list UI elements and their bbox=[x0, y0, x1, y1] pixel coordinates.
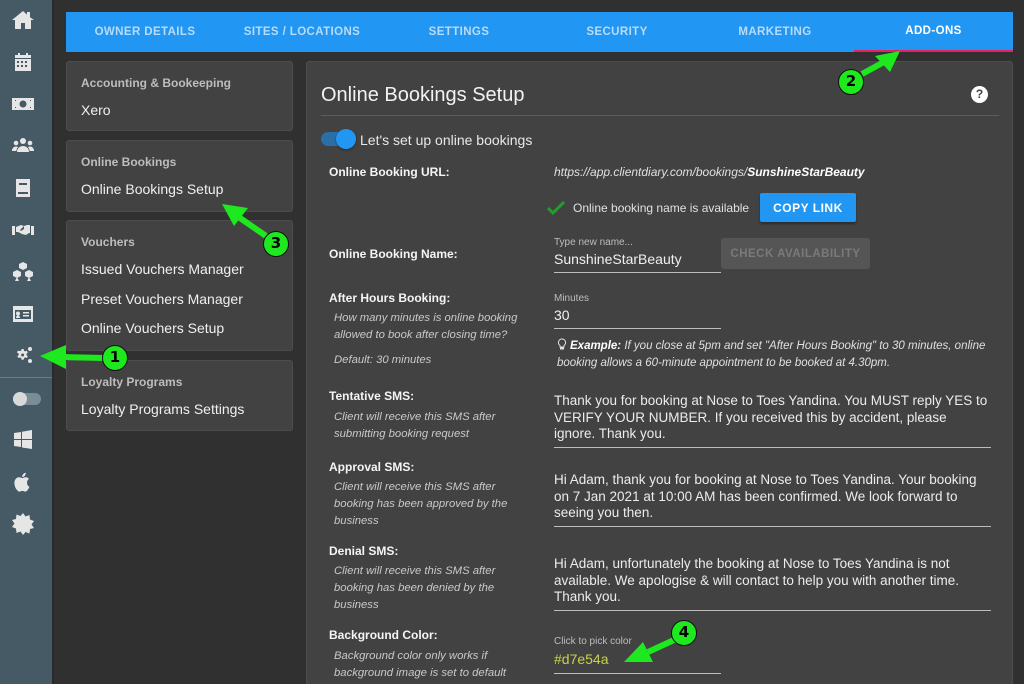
after-hours-hint: How many minutes is online booking allow… bbox=[334, 312, 518, 341]
denial-sms-input[interactable]: Hi Adam, unfortunately the booking at No… bbox=[554, 556, 991, 611]
approval-sms-hint: Client will receive this SMS after booki… bbox=[334, 481, 508, 527]
rail-calendar[interactable] bbox=[0, 42, 54, 82]
annotation-badge-3: 3 bbox=[263, 231, 289, 257]
availability-row: Online booking name is available COPY LI… bbox=[547, 193, 856, 222]
menu-item-online-vouchers[interactable]: Online Vouchers Setup bbox=[67, 314, 292, 344]
apple-icon bbox=[14, 472, 30, 492]
windows-icon bbox=[14, 430, 32, 449]
help-icon[interactable]: ? bbox=[971, 86, 988, 103]
rail-book[interactable] bbox=[0, 168, 54, 208]
rail-settings[interactable] bbox=[0, 336, 54, 376]
page-title: Online Bookings Setup bbox=[321, 84, 525, 106]
background-color-field[interactable]: Click to pick color #d7e54a bbox=[554, 636, 721, 674]
calendar-icon bbox=[15, 53, 31, 71]
annotation-arrow-1 bbox=[61, 354, 105, 361]
rail-money[interactable] bbox=[0, 84, 54, 124]
booking-url-prefix: https://app.clientdiary.com/bookings/ bbox=[554, 165, 748, 179]
title-divider bbox=[321, 115, 999, 116]
approval-sms-input[interactable]: Hi Adam, thank you for booking at Nose t… bbox=[554, 472, 991, 527]
example-text: If you close at 5pm and set "After Hours… bbox=[557, 340, 986, 369]
money-icon bbox=[12, 98, 34, 110]
booking-url-label: Online Booking URL: bbox=[329, 165, 450, 179]
tab-add-ons[interactable]: ADD-ONS bbox=[854, 12, 1013, 52]
booking-name-field-label: Type new name... bbox=[554, 237, 633, 248]
annotation-badge-2: 2 bbox=[838, 69, 864, 95]
rail-home[interactable] bbox=[0, 0, 54, 40]
home-icon bbox=[12, 11, 34, 29]
menu-item-issued-vouchers[interactable]: Issued Vouchers Manager bbox=[67, 255, 292, 285]
booking-name-label: Online Booking Name: bbox=[329, 247, 458, 261]
lightbulb-icon bbox=[557, 338, 567, 350]
cubes-icon bbox=[13, 262, 33, 281]
after-hours-default: Default: 30 minutes bbox=[334, 354, 432, 366]
rail-id-card[interactable] bbox=[0, 294, 54, 334]
approval-sms-label: Approval SMS: bbox=[329, 460, 415, 474]
rail-clients[interactable] bbox=[0, 126, 54, 166]
booking-name-input[interactable]: SunshineStarBeauty bbox=[554, 251, 721, 273]
rail-products[interactable] bbox=[0, 252, 54, 292]
menu-vouchers: Vouchers Issued Vouchers Manager Preset … bbox=[66, 220, 293, 351]
enable-online-bookings-toggle[interactable] bbox=[321, 129, 356, 149]
menu-loyalty: Loyalty Programs Loyalty Programs Settin… bbox=[66, 360, 293, 431]
denial-sms-label: Denial SMS: bbox=[329, 544, 399, 558]
toggle-icon bbox=[13, 392, 41, 406]
background-color-input[interactable]: #d7e54a bbox=[554, 651, 721, 674]
tab-marketing[interactable]: MARKETING bbox=[696, 12, 854, 52]
menu-item-preset-vouchers[interactable]: Preset Vouchers Manager bbox=[67, 285, 292, 315]
check-icon bbox=[547, 200, 565, 215]
icon-rail bbox=[0, 0, 54, 684]
example-label: Example: bbox=[570, 340, 622, 352]
minutes-input[interactable]: 30 bbox=[554, 307, 721, 329]
menu-item-loyalty-settings[interactable]: Loyalty Programs Settings bbox=[67, 395, 292, 425]
gears-icon bbox=[16, 347, 32, 363]
booking-url-slug: SunshineStarBeauty bbox=[747, 165, 865, 179]
tab-sites-locations[interactable]: SITES / LOCATIONS bbox=[224, 12, 380, 52]
after-hours-label: After Hours Booking: bbox=[329, 291, 451, 305]
top-tab-bar: OWNER DETAILS SITES / LOCATIONS SETTINGS… bbox=[66, 12, 1013, 52]
toggle-knob bbox=[336, 129, 356, 149]
tentative-sms-input[interactable]: Thank you for booking at Nose to Toes Ya… bbox=[554, 393, 991, 448]
book-icon bbox=[16, 179, 30, 197]
denial-sms-hint: Client will receive this SMS after booki… bbox=[334, 565, 496, 611]
tab-security[interactable]: SECURITY bbox=[538, 12, 696, 52]
copy-link-button[interactable]: COPY LINK bbox=[760, 193, 856, 222]
rail-windows[interactable] bbox=[0, 420, 54, 460]
toggle-label: Let's set up online bookings bbox=[360, 132, 533, 148]
availability-text: Online booking name is available bbox=[573, 200, 750, 215]
app-root: OWNER DETAILS SITES / LOCATIONS SETTINGS… bbox=[0, 0, 1024, 684]
annotation-badge-1: 1 bbox=[102, 345, 128, 371]
menu-item-xero[interactable]: Xero bbox=[67, 96, 292, 126]
after-hours-example: Example: If you close at 5pm and set "Af… bbox=[557, 338, 997, 372]
check-availability-button[interactable]: CHECK AVAILABILITY bbox=[721, 238, 870, 269]
tentative-sms-label: Tentative SMS: bbox=[329, 389, 415, 403]
users-icon bbox=[12, 138, 34, 152]
menu-heading: Loyalty Programs bbox=[81, 375, 183, 389]
theme-icon bbox=[12, 513, 34, 535]
online-bookings-panel: Online Bookings Setup ? Let's set up onl… bbox=[306, 61, 1013, 684]
handshake-icon bbox=[12, 225, 34, 235]
tentative-sms-hint: Client will receive this SMS after submi… bbox=[334, 411, 496, 440]
background-color-label: Background Color: bbox=[329, 628, 438, 642]
minutes-field-label: Minutes bbox=[554, 293, 590, 304]
tab-settings[interactable]: SETTINGS bbox=[380, 12, 538, 52]
menu-heading: Vouchers bbox=[81, 235, 135, 249]
menu-heading: Accounting & Bookeeping bbox=[81, 76, 231, 90]
id-card-icon bbox=[13, 306, 33, 322]
menu-accounting: Accounting & Bookeeping Xero bbox=[66, 61, 293, 131]
background-color-hint: Background color only works if backgroun… bbox=[334, 650, 507, 679]
booking-name-field[interactable]: Type new name... SunshineStarBeauty bbox=[554, 237, 721, 273]
rail-divider bbox=[0, 377, 52, 378]
tab-owner-details[interactable]: OWNER DETAILS bbox=[66, 12, 224, 52]
menu-item-online-bookings-setup[interactable]: Online Bookings Setup bbox=[67, 175, 292, 205]
rail-toggle[interactable] bbox=[0, 379, 54, 419]
booking-url: https://app.clientdiary.com/bookings/Sun… bbox=[554, 165, 865, 179]
minutes-field[interactable]: Minutes 30 bbox=[554, 293, 721, 329]
annotation-badge-4: 4 bbox=[671, 620, 697, 646]
rail-handshake[interactable] bbox=[0, 210, 54, 250]
menu-online-bookings: Online Bookings Online Bookings Setup bbox=[66, 140, 293, 212]
menu-heading: Online Bookings bbox=[81, 155, 177, 169]
rail-theme[interactable] bbox=[0, 504, 54, 544]
rail-apple[interactable] bbox=[0, 462, 54, 502]
